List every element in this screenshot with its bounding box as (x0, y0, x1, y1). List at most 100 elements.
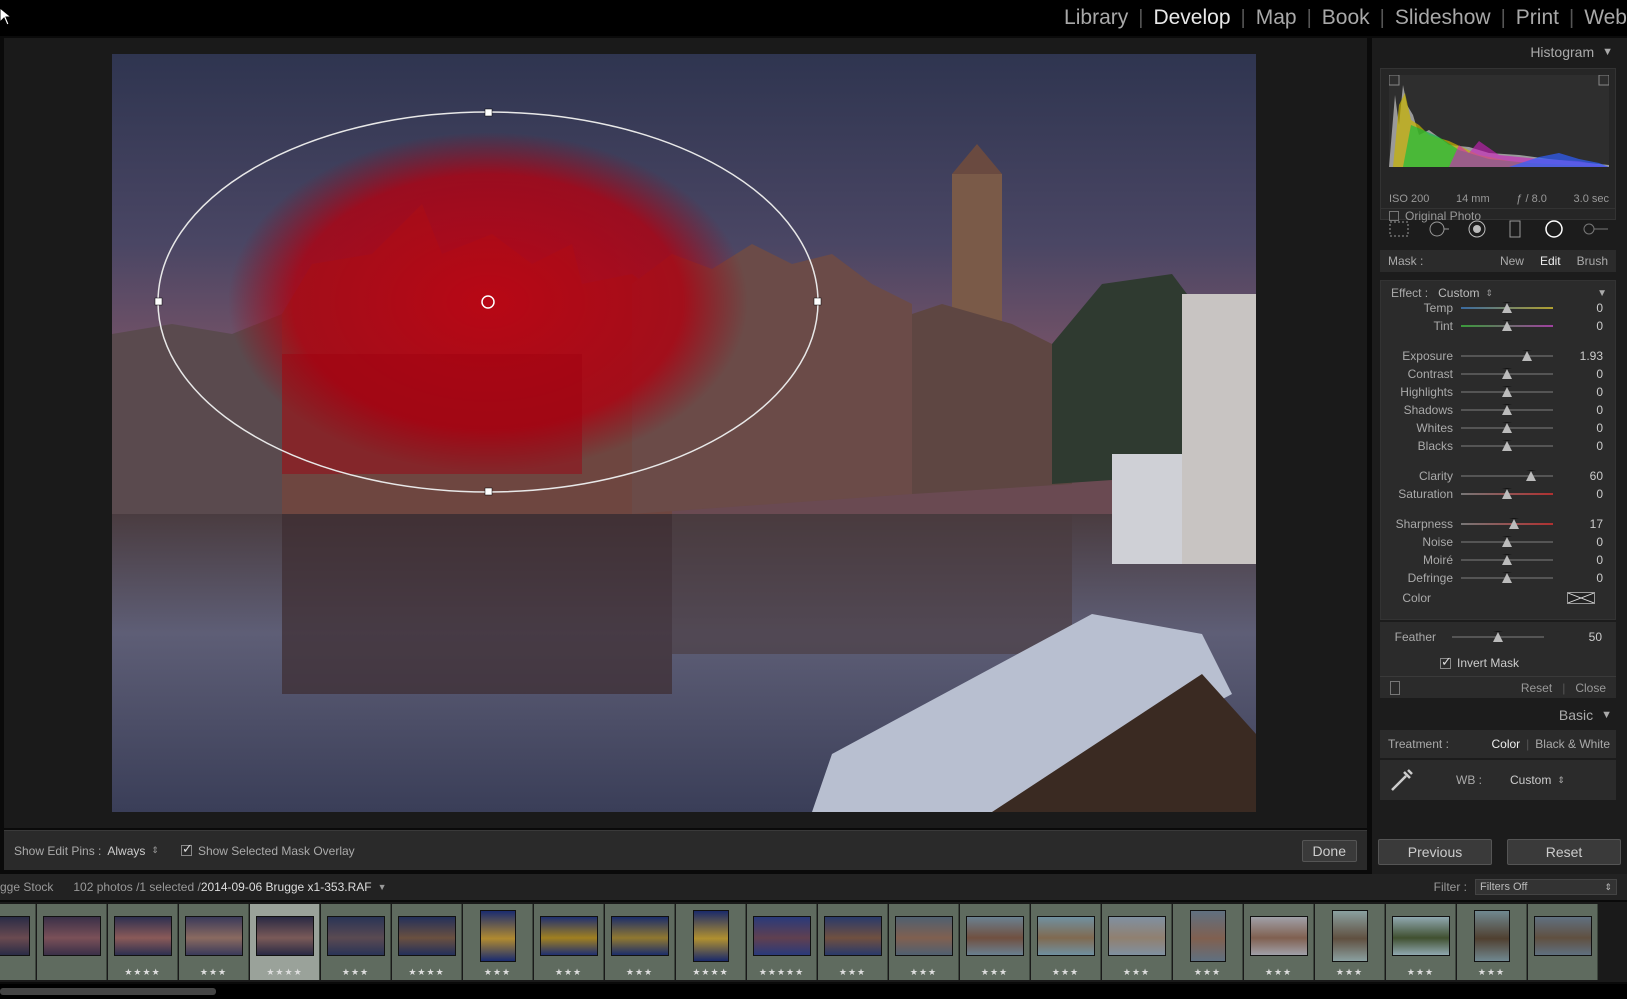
filmstrip-thumbnail[interactable] (185, 916, 243, 956)
reset-button[interactable]: Reset (1507, 839, 1621, 865)
filmstrip-thumbnail[interactable] (753, 916, 811, 956)
slider-value[interactable]: 0 (1553, 367, 1603, 381)
done-button[interactable]: Done (1301, 839, 1357, 862)
slider-noise[interactable]: Noise 0 (1381, 533, 1617, 551)
slider-highlights[interactable]: Highlights 0 (1381, 383, 1617, 401)
filmstrip-thumbnail[interactable] (1250, 916, 1308, 956)
slider-track[interactable] (1452, 631, 1544, 642)
filmstrip-thumbnail[interactable] (540, 916, 598, 956)
effect-preset-select[interactable]: Custom (1438, 286, 1479, 300)
module-map[interactable]: Map (1246, 6, 1307, 30)
filmstrip-thumbnail[interactable] (0, 916, 30, 956)
filmstrip-thumbnail[interactable] (256, 916, 314, 956)
filmstrip-thumbnail[interactable] (1108, 916, 1166, 956)
slider-track[interactable] (1461, 404, 1553, 415)
slider-track[interactable] (1461, 320, 1553, 331)
slider-value[interactable]: 0 (1553, 553, 1603, 567)
module-web[interactable]: Web (1574, 6, 1627, 30)
slider-track[interactable] (1461, 572, 1553, 583)
slider-temp[interactable]: Temp 0 (1381, 299, 1617, 317)
histogram-header[interactable]: Histogram ▼ (1372, 38, 1627, 66)
module-book[interactable]: Book (1312, 6, 1380, 30)
treatment-bw-button[interactable]: Black & White (1529, 737, 1616, 751)
filmstrip-cell[interactable]: ★★★ (1386, 904, 1456, 980)
slider-value[interactable]: 0 (1553, 487, 1603, 501)
slider-value[interactable]: 0 (1553, 439, 1603, 453)
filter-select[interactable]: Filters Off ⇕ (1475, 879, 1617, 895)
eyedropper-icon[interactable] (1388, 766, 1416, 794)
slider-track[interactable] (1461, 536, 1553, 547)
slider-track[interactable] (1461, 554, 1553, 565)
filmstrip-thumbnail[interactable] (1037, 916, 1095, 956)
slider-value[interactable]: 0 (1553, 385, 1603, 399)
invert-mask-checkbox[interactable] (1440, 654, 1452, 670)
radial-filter-icon[interactable] (1542, 219, 1566, 239)
filmstrip-cell[interactable]: ★★★ (1031, 904, 1101, 980)
filmstrip-thumbnail[interactable] (1474, 910, 1510, 962)
filmstrip-cell[interactable]: ★★★★ (392, 904, 462, 980)
slider-value[interactable]: 1.93 (1553, 349, 1603, 363)
slider-value[interactable]: 0 (1553, 319, 1603, 333)
color-swatch[interactable] (1567, 592, 1595, 604)
slider-sharpness[interactable]: Sharpness 17 (1381, 515, 1617, 533)
filmstrip-thumbnail[interactable] (327, 916, 385, 956)
slider-value[interactable]: 17 (1553, 517, 1603, 531)
slider-track[interactable] (1461, 422, 1553, 433)
filmstrip-cell[interactable]: ★★★ (1173, 904, 1243, 980)
slider-thumb[interactable] (1502, 422, 1512, 433)
spot-removal-icon[interactable] (1426, 219, 1450, 239)
slider-tint[interactable]: Tint 0 (1381, 317, 1617, 335)
invert-mask-toggle[interactable]: Invert Mask (1440, 654, 1519, 670)
filmstrip-cell[interactable]: ★★★★ (676, 904, 746, 980)
slider-feather[interactable]: Feather 50 (1380, 628, 1616, 646)
filmstrip-cell[interactable]: ★★★ (1102, 904, 1172, 980)
collapse-triangle-icon[interactable]: ▼ (1597, 288, 1607, 299)
slider-thumb[interactable] (1502, 386, 1512, 397)
scrollbar-thumb[interactable] (0, 988, 216, 995)
slider-thumb[interactable] (1502, 554, 1512, 565)
module-print[interactable]: Print (1506, 6, 1569, 30)
filmstrip-cell[interactable] (1528, 904, 1598, 980)
slider-track[interactable] (1461, 488, 1553, 499)
filmstrip-cell[interactable]: ★★★ (1315, 904, 1385, 980)
slider-thumb[interactable] (1522, 350, 1533, 361)
slider-thumb[interactable] (1493, 631, 1503, 642)
wb-select[interactable]: Custom (1510, 773, 1551, 787)
filmstrip-thumbnail[interactable] (895, 916, 953, 956)
module-develop[interactable]: Develop (1143, 6, 1240, 30)
mask-brush-button[interactable]: Brush (1569, 254, 1616, 268)
slider-thumb[interactable] (1502, 302, 1512, 313)
mask-new-button[interactable]: New (1492, 254, 1532, 268)
slider-value[interactable]: 0 (1553, 571, 1603, 585)
filmstrip-cell[interactable]: ★★★ (321, 904, 391, 980)
filmstrip-cell[interactable]: ★★★ (534, 904, 604, 980)
slider-track[interactable] (1461, 440, 1553, 451)
filmstrip-cell[interactable]: ★★★★★ (747, 904, 817, 980)
filmstrip-cell[interactable]: ★★★ (1457, 904, 1527, 980)
mask-close-button[interactable]: Close (1565, 681, 1616, 695)
slider-thumb[interactable] (1509, 518, 1520, 529)
mask-edit-button[interactable]: Edit (1532, 254, 1569, 268)
slider-whites[interactable]: Whites 0 (1381, 419, 1617, 437)
slider-thumb[interactable] (1502, 320, 1512, 331)
slider-value[interactable]: 50 (1544, 630, 1602, 644)
filmstrip-cell[interactable]: ★★★★ (250, 904, 320, 980)
module-slideshow[interactable]: Slideshow (1385, 6, 1501, 30)
slider-thumb[interactable] (1502, 572, 1512, 583)
slider-contrast[interactable]: Contrast 0 (1381, 365, 1617, 383)
basic-header[interactable]: Basic ▼ (1380, 704, 1616, 726)
filmstrip-thumbnail[interactable] (480, 910, 516, 962)
filmstrip-cell[interactable] (0, 904, 36, 980)
slider-track[interactable] (1461, 518, 1553, 529)
slider-defringe[interactable]: Defringe 0 (1381, 569, 1617, 587)
filmstrip-thumbnail[interactable] (824, 916, 882, 956)
slider-exposure[interactable]: Exposure 1.93 (1381, 347, 1617, 365)
photo-preview[interactable] (112, 54, 1256, 812)
slider-saturation[interactable]: Saturation 0 (1381, 485, 1617, 503)
filmstrip-scrollbar[interactable] (0, 984, 1627, 999)
filmstrip-thumbnail[interactable] (966, 916, 1024, 956)
graduated-filter-icon[interactable] (1503, 219, 1527, 239)
module-library[interactable]: Library (1054, 6, 1138, 30)
filmstrip-thumbnail[interactable] (398, 916, 456, 956)
crop-tool-icon[interactable] (1387, 219, 1411, 239)
